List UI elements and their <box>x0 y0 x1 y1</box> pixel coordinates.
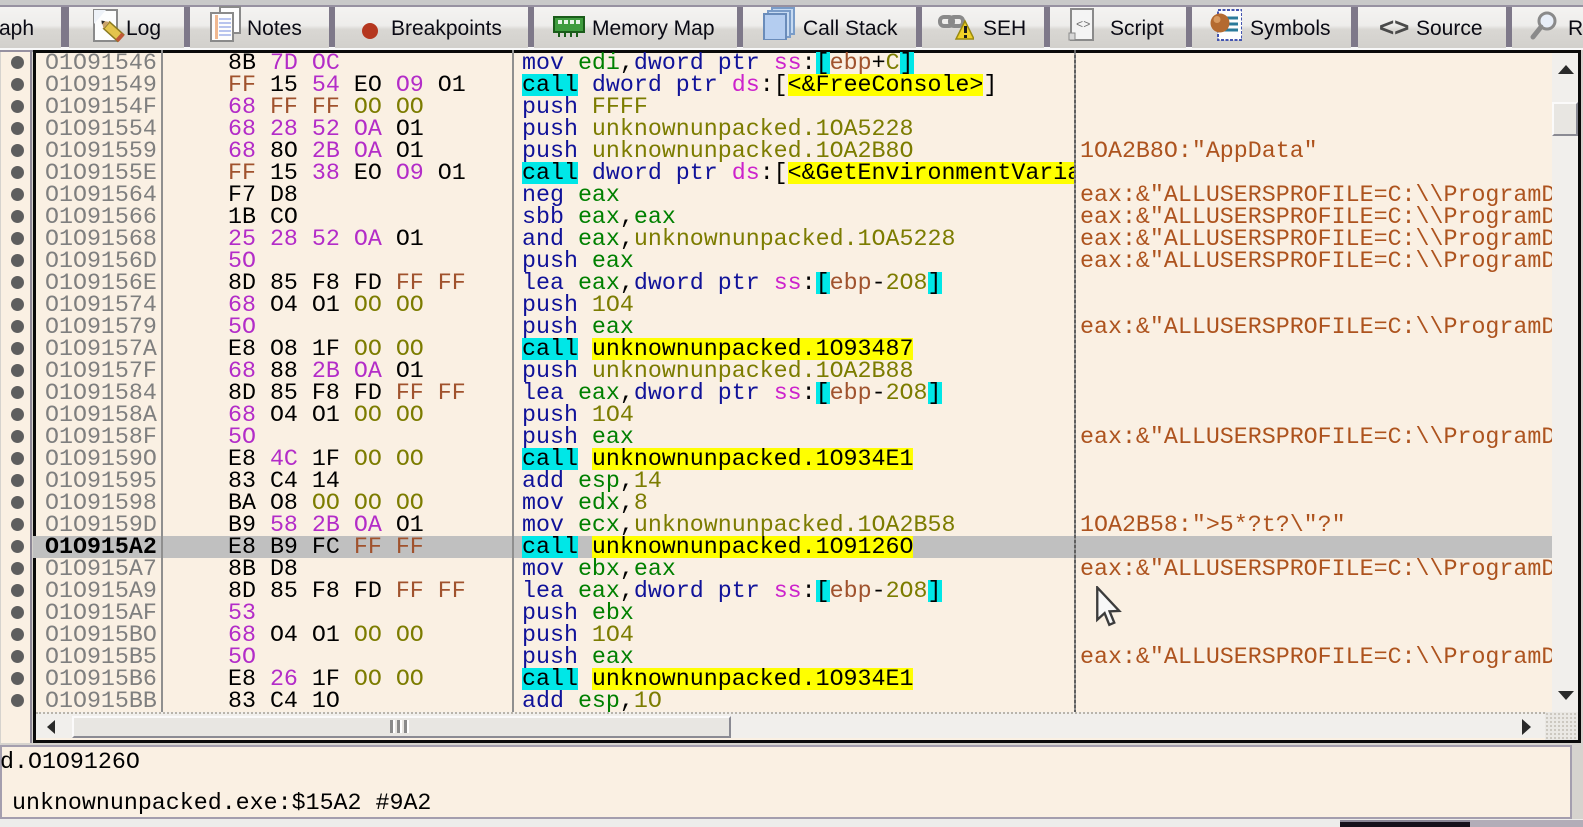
svg-text:<>: <> <box>1379 16 1409 40</box>
svg-text:<>: <> <box>1076 18 1090 32</box>
